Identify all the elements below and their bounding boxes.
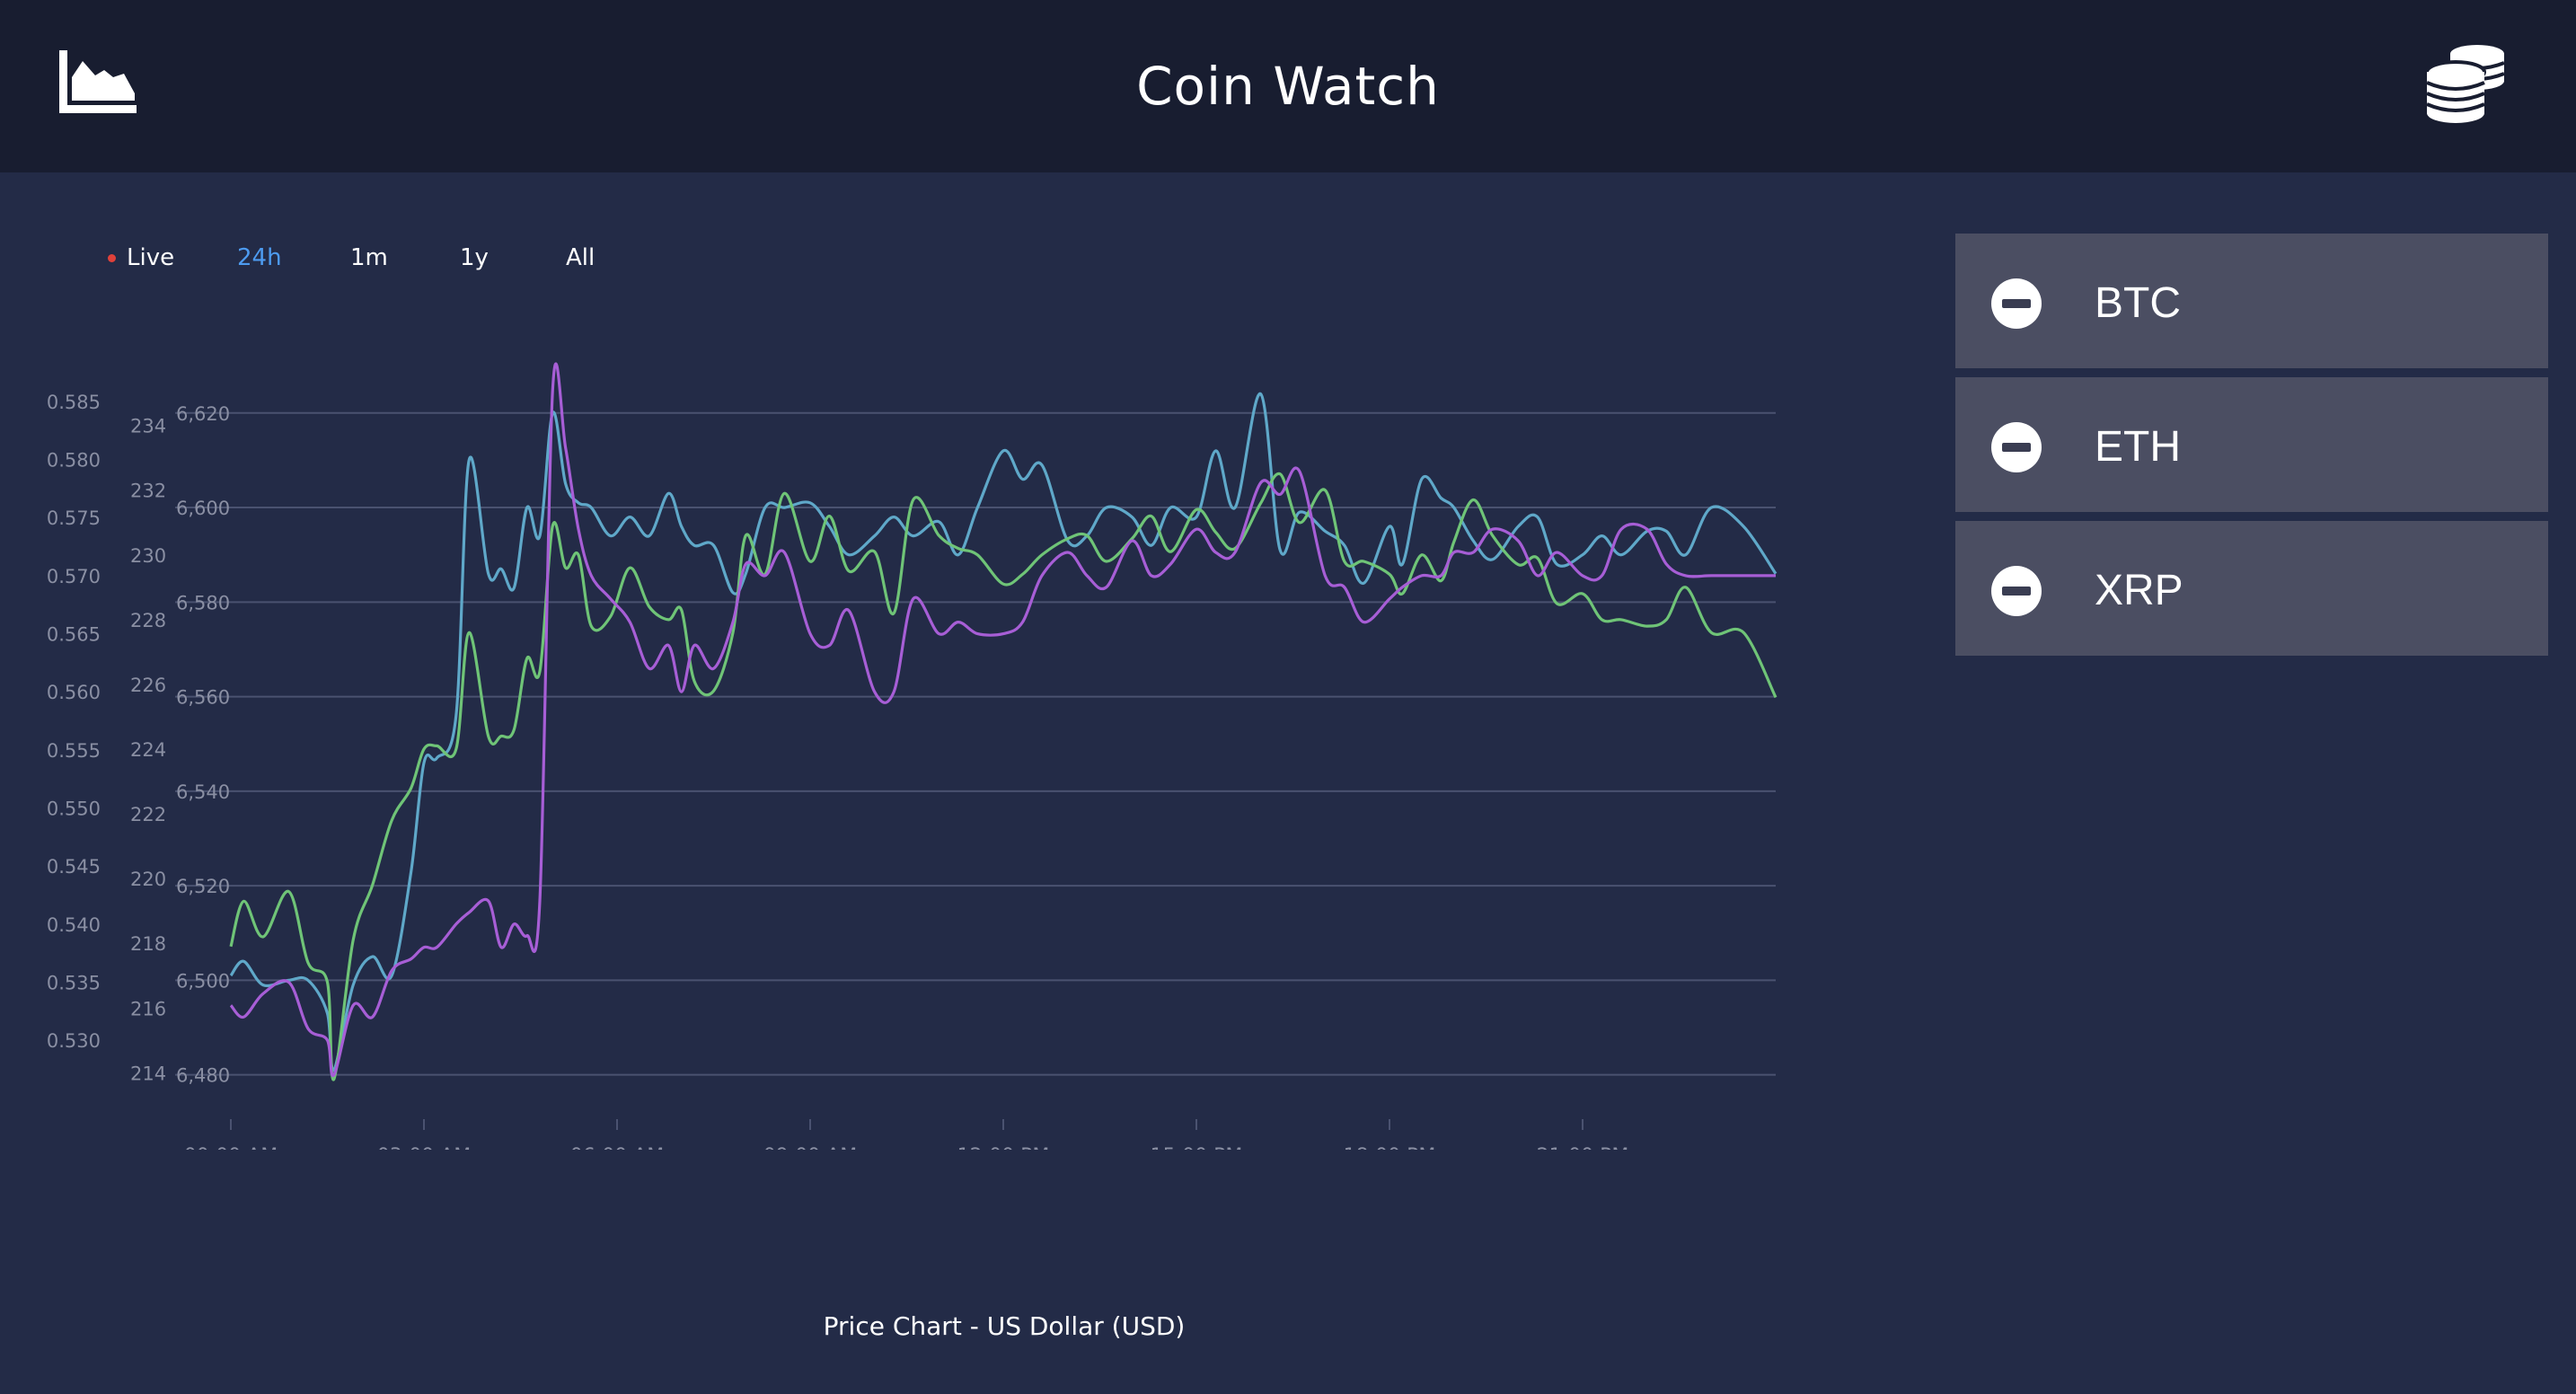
x-tick-label: 06:00 AM [570,1145,664,1150]
y-tick-label-eth: 214 [130,1063,166,1084]
y-tick-label-eth: 220 [130,869,166,890]
y-tick-label-xrp: 0.540 [47,914,101,936]
y-tick-label-btc: 6,580 [176,592,230,613]
y-tick-label-xrp: 0.570 [47,566,101,587]
app-header: Coin Watch [0,0,2576,172]
coin-item-xrp[interactable]: XRP [1955,521,2548,656]
y-tick-label-eth: 234 [130,416,166,437]
range-1y[interactable]: 1y [460,244,489,271]
x-tick-label: 09:00 AM [763,1145,857,1150]
x-tick-label: 15:00 PM [1151,1145,1243,1150]
x-tick-label: 18:00 PM [1344,1145,1436,1150]
y-tick-label-eth: 226 [130,675,166,696]
y-tick-label-btc: 6,520 [176,876,230,897]
y-tick-label-eth: 232 [130,481,166,502]
live-dot-icon [108,254,116,262]
range-24h[interactable]: 24h [237,244,282,271]
y-tick-label-xrp: 0.530 [47,1030,101,1052]
x-tick-label: 00:00 AM [184,1145,278,1150]
coin-item-eth[interactable]: ETH [1955,377,2548,512]
range-all[interactable]: All [566,244,595,271]
range-1m[interactable]: 1m [350,244,388,271]
y-tick-label-eth: 216 [130,998,166,1019]
y-tick-label-xrp: 0.545 [47,856,101,878]
y-tick-label-xrp: 0.580 [47,450,101,472]
coins-stack-icon[interactable] [2425,41,2506,124]
coin-symbol: XRP [2095,567,2183,614]
y-tick-label-btc: 6,560 [176,687,230,709]
y-tick-label-btc: 6,600 [176,498,230,519]
range-live[interactable]: Live [108,244,174,271]
y-tick-label-eth: 228 [130,610,166,631]
y-tick-label-btc: 6,500 [176,970,230,992]
x-tick-label: 21:00 PM [1537,1145,1629,1150]
y-tick-label-xrp: 0.585 [47,392,101,413]
x-tick-label: 03:00 AM [377,1145,471,1150]
y-tick-label-eth: 224 [130,739,166,761]
y-tick-label-xrp: 0.560 [47,682,101,703]
minus-circle-icon[interactable] [1991,422,2042,472]
y-tick-label-btc: 6,620 [176,403,230,425]
coin-list: BTC ETH XRP [1955,234,2548,665]
series-line-xrp [229,362,1776,1078]
y-tick-label-eth: 222 [130,804,166,825]
y-tick-label-xrp: 0.550 [47,798,101,820]
y-tick-label-btc: 6,480 [176,1065,230,1087]
x-tick-label: 12:00 PM [957,1145,1050,1150]
minus-circle-icon[interactable] [1991,278,2042,329]
minus-circle-icon[interactable] [1991,566,2042,616]
coin-symbol: BTC [2095,279,2181,327]
y-tick-label-xrp: 0.555 [47,740,101,762]
series-line-btc [229,393,1778,1072]
y-tick-label-eth: 218 [130,933,166,955]
page-title: Coin Watch [1136,56,1440,117]
y-tick-label-eth: 230 [130,545,166,567]
y-tick-label-btc: 6,540 [176,781,230,803]
coin-symbol: ETH [2095,423,2181,471]
price-chart: 00:00 AM 03:00 AM 06:00 AM 09:00 AM 12:00 PM… [47,362,1778,1150]
y-tick-label-xrp: 0.565 [47,624,101,646]
y-tick-label-xrp: 0.575 [47,507,101,529]
chart-caption: Price Chart - US Dollar (USD) [823,1311,1186,1341]
coin-item-btc[interactable]: BTC [1955,234,2548,368]
y-tick-label-xrp: 0.535 [47,972,101,993]
